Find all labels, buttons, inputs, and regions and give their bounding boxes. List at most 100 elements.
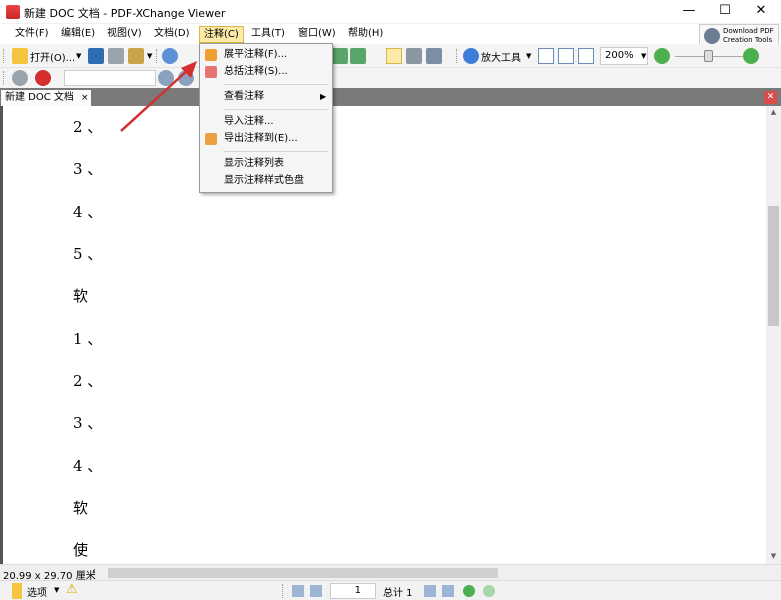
doc-line: 3 、 xyxy=(73,414,103,432)
hand-tool-icon[interactable] xyxy=(386,48,402,64)
open-folder-icon[interactable] xyxy=(12,48,28,64)
email-dropdown-arrow-icon[interactable]: ▼ xyxy=(147,52,152,60)
menu-edit[interactable]: 编辑(E) xyxy=(57,26,99,43)
download-pdf-tools-button[interactable]: Download PDF Creation Tools xyxy=(699,24,779,46)
menu-item-export-comments[interactable]: 导出注释到(E)... xyxy=(200,131,332,148)
download-icon xyxy=(704,28,720,44)
doc-line: 3 、 xyxy=(73,160,103,178)
doc-line: 2 、 xyxy=(73,118,103,136)
first-page-icon[interactable] xyxy=(292,585,304,597)
secondary-toolbar xyxy=(0,68,781,88)
actual-size-icon[interactable] xyxy=(538,48,554,64)
warning-icon: ⚠ xyxy=(66,582,78,597)
scroll-up-icon[interactable]: ▲ xyxy=(766,108,781,116)
menu-separator xyxy=(224,84,328,85)
toolbar-grip[interactable] xyxy=(156,49,159,63)
toolbar-grip[interactable] xyxy=(3,49,6,63)
horizontal-scroll-thumb[interactable] xyxy=(108,568,498,578)
vertical-scrollbar[interactable]: ▲ ▼ xyxy=(766,106,781,564)
zoom-slider-thumb[interactable] xyxy=(704,50,713,62)
flatten-icon xyxy=(205,49,217,61)
fit-page-icon[interactable] xyxy=(558,48,574,64)
vertical-scroll-thumb[interactable] xyxy=(768,206,779,326)
next-page-icon[interactable] xyxy=(424,585,436,597)
menu-item-view-comments[interactable]: 查看注释 ▶ xyxy=(200,89,332,106)
menu-view[interactable]: 视图(V) xyxy=(103,26,146,43)
forward-icon[interactable] xyxy=(483,585,495,597)
menu-document[interactable]: 文档(D) xyxy=(150,26,194,43)
menu-item-flatten-comments[interactable]: 展平注释(F)... xyxy=(200,47,332,64)
submenu-arrow-icon: ▶ xyxy=(320,92,327,101)
document-page[interactable]: 2 、 3 、 4 、 5 、 软 1 、 2 、 3 、 4 、 软 使 xyxy=(0,106,766,564)
menu-item-label: 查看注释 xyxy=(224,91,264,102)
menu-separator xyxy=(224,151,328,152)
menu-tools[interactable]: 工具(T) xyxy=(247,26,289,43)
find-icon[interactable] xyxy=(158,70,174,86)
menu-file[interactable]: 文件(F) xyxy=(11,26,53,43)
tab-close-icon[interactable]: × xyxy=(81,91,89,106)
menu-item-import-comments[interactable]: 导入注释... xyxy=(200,114,332,131)
toolbar-grip[interactable] xyxy=(282,584,285,598)
rotate-right-icon[interactable] xyxy=(350,48,366,64)
doc-line: 软 xyxy=(73,287,89,305)
zoom-magnifier-icon[interactable] xyxy=(463,48,479,64)
menu-window[interactable]: 窗口(W) xyxy=(294,26,340,43)
save-icon[interactable] xyxy=(88,48,104,64)
eye-icon[interactable] xyxy=(12,70,28,86)
doc-line: 4 、 xyxy=(73,203,103,221)
menu-item-summarize-comments[interactable]: 总括注释(S)... xyxy=(200,64,332,81)
toolbar-grip[interactable] xyxy=(456,49,459,63)
scan-icon[interactable] xyxy=(162,48,178,64)
status-bar: 20.99 x 29.70 厘米 ‹ xyxy=(0,564,781,582)
close-all-tabs-icon[interactable]: ✕ xyxy=(764,91,777,104)
last-page-icon[interactable] xyxy=(442,585,454,597)
print-icon[interactable] xyxy=(108,48,124,64)
spellcheck-icon[interactable] xyxy=(35,70,51,86)
close-button[interactable]: ✕ xyxy=(738,0,781,24)
title-bar: 新建 DOC 文档 - PDF-XChange Viewer — ☐ ✕ xyxy=(0,0,781,24)
document-tab-strip: 新建 DOC 文档 × ✕ xyxy=(0,88,781,106)
zoom-in-icon[interactable] xyxy=(743,48,759,64)
menu-bar: 文件(F) 编辑(E) 视图(V) 文档(D) 注释(C) 工具(T) 窗口(W… xyxy=(0,24,781,46)
toolbar-grip[interactable] xyxy=(3,71,6,85)
menu-item-label: 显示注释样式色盘 xyxy=(224,175,304,186)
scroll-down-icon[interactable]: ▼ xyxy=(766,552,781,560)
find-next-icon[interactable] xyxy=(178,70,194,86)
menu-item-label: 导出注释到(E)... xyxy=(224,133,298,144)
menu-item-label: 总括注释(S)... xyxy=(224,66,288,77)
menu-comments[interactable]: 注释(C) xyxy=(199,26,244,43)
previous-page-icon[interactable] xyxy=(310,585,322,597)
page-number-input[interactable]: 1 xyxy=(330,583,376,599)
navigation-bar: 选项 ▼ ⚠ 1 总计 1 xyxy=(0,580,781,600)
doc-line: 软 xyxy=(73,499,89,517)
menu-item-label: 导入注释... xyxy=(224,116,274,127)
doc-line: 使 xyxy=(73,541,89,559)
export-icon xyxy=(205,133,217,145)
options-button[interactable]: 选项 xyxy=(27,584,47,599)
open-dropdown-arrow-icon[interactable]: ▼ xyxy=(76,52,81,60)
rotate-left-icon[interactable] xyxy=(332,48,348,64)
zoom-tool-label[interactable]: 放大工具 xyxy=(481,49,521,64)
tab-document[interactable]: 新建 DOC 文档 × xyxy=(1,90,91,106)
download-line-1: Download PDF xyxy=(723,27,774,35)
email-icon[interactable] xyxy=(128,48,144,64)
select-text-icon[interactable] xyxy=(426,48,442,64)
zoom-level-dropdown-icon[interactable]: ▼ xyxy=(641,52,646,60)
zoom-tool-dropdown-icon[interactable]: ▼ xyxy=(526,52,531,60)
snapshot-icon[interactable] xyxy=(406,48,422,64)
back-icon[interactable] xyxy=(463,585,475,597)
app-icon xyxy=(6,5,20,19)
menu-item-show-comment-styles[interactable]: 显示注释样式色盘 xyxy=(200,173,332,190)
open-button-label[interactable]: 打开(O)... xyxy=(30,49,75,64)
fit-width-icon[interactable] xyxy=(578,48,594,64)
menu-separator xyxy=(224,109,328,110)
doc-line: 4 、 xyxy=(73,457,103,475)
scroll-left-icon[interactable]: ‹ xyxy=(92,566,96,577)
options-dropdown-icon[interactable]: ▼ xyxy=(54,586,59,594)
zoom-out-icon[interactable] xyxy=(654,48,670,64)
font-combo[interactable] xyxy=(64,70,156,86)
main-toolbar: 打开(O)... ▼ ▼ 放大工具 ▼ 200% ▼ xyxy=(0,44,781,68)
menu-help[interactable]: 帮助(H) xyxy=(344,26,387,43)
options-flag-icon[interactable] xyxy=(12,583,22,599)
menu-item-show-comments-list[interactable]: 显示注释列表 xyxy=(200,156,332,173)
